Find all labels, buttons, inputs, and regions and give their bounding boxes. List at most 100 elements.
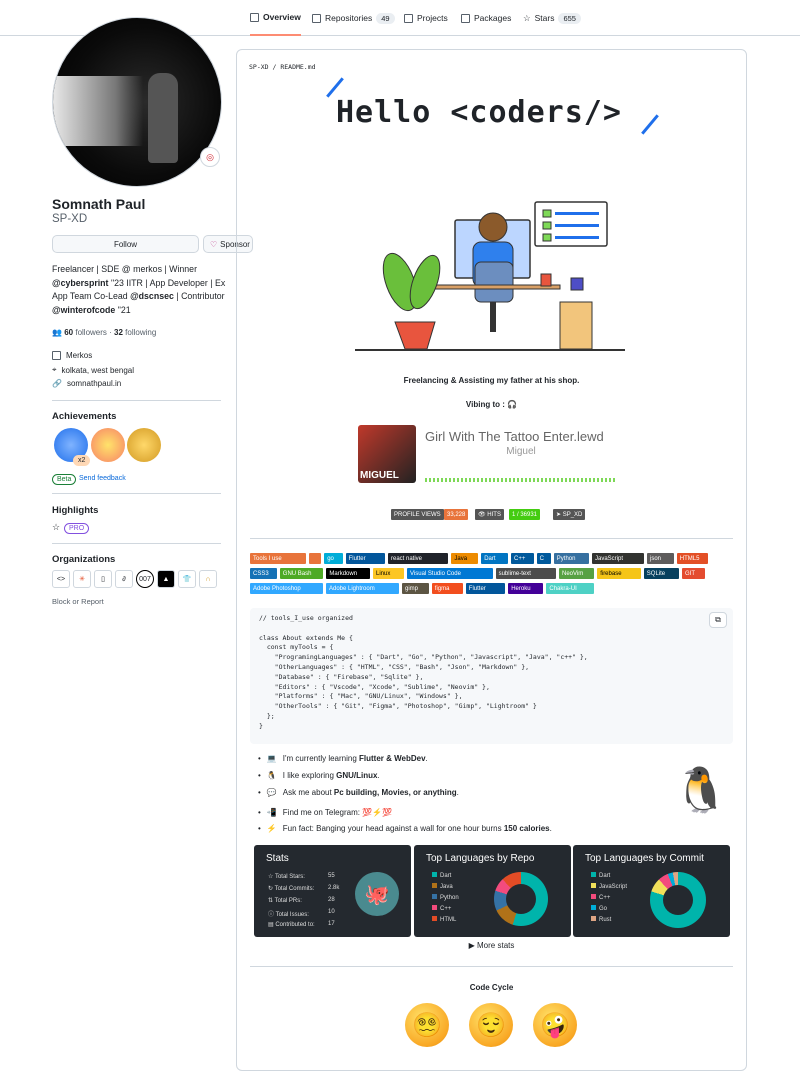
divider xyxy=(52,543,221,544)
coder-illustration xyxy=(355,201,625,351)
song-title[interactable]: Girl With The Tattoo Enter.lewd xyxy=(425,429,604,444)
book-icon xyxy=(250,12,259,22)
audio-wave xyxy=(425,478,617,482)
tool-badge: SQLite xyxy=(643,568,679,579)
repo-langs-card[interactable]: Top Languages by Repo Dart Java Python C++ H… xyxy=(414,845,571,937)
divider xyxy=(250,538,733,539)
list-item: • ⚡ Fun fact: Banging your head against a… xyxy=(258,824,552,833)
org-avatar[interactable]: ▯ xyxy=(94,570,112,588)
legend-item: Go xyxy=(591,905,607,912)
tool-badge: NeoVim xyxy=(559,568,595,579)
legend-swatch xyxy=(432,916,437,921)
code-cycle-title: Code Cycle xyxy=(469,983,514,992)
org-avatar[interactable]: ∩ xyxy=(199,570,217,588)
tool-badge: CSS3 xyxy=(250,568,277,579)
tool-badge: Tools I use xyxy=(250,553,307,564)
legend-item: C++ xyxy=(591,894,610,901)
telegram-icon: 📲 xyxy=(266,808,277,817)
tab-stars[interactable]: ☆ Stars 655 xyxy=(523,0,581,36)
tab-repositories[interactable]: Repositories 49 xyxy=(312,0,395,36)
dizzy-face-icon: 😵‍💫 xyxy=(405,1003,449,1047)
list-item: • 📲 Find me on Telegram: 💯⚡💯 xyxy=(258,808,393,817)
list-item: • 💻 I'm currently learning Flutter & WebD… xyxy=(258,754,428,763)
heart-icon: ♡ xyxy=(210,239,218,249)
org-avatar[interactable]: <> xyxy=(52,570,70,588)
tab-overview[interactable]: Overview xyxy=(250,0,301,36)
org-avatar[interactable]: ✳ xyxy=(73,570,91,588)
block-report-link[interactable]: Block or Report xyxy=(52,597,104,606)
tool-badge: Flutter xyxy=(465,583,506,594)
org-avatar[interactable]: 007 xyxy=(136,570,154,588)
beta-label: Beta xyxy=(52,474,77,485)
telegram-icon: ➤ xyxy=(556,512,562,518)
org-link[interactable]: @cybersprint xyxy=(52,278,109,288)
building-icon xyxy=(52,351,61,360)
follow-button[interactable]: Follow xyxy=(52,235,199,253)
achievements-title: Achievements xyxy=(52,411,117,422)
profile-views-badge: PROFILE VIEWS xyxy=(391,509,444,520)
vibing-label: Vibing to : 🎧 xyxy=(465,400,518,409)
location-icon: ⌖ xyxy=(52,365,57,374)
tool-badge: Heroku xyxy=(508,583,544,594)
tool-badge: react native xyxy=(388,553,449,564)
followers-link[interactable]: 60 xyxy=(64,328,73,337)
tool-badge: C++ xyxy=(511,553,534,564)
more-stats-toggle[interactable]: ▶ More stats xyxy=(236,941,747,950)
tool-badge: Chakra-UI xyxy=(546,583,595,594)
achievement-badge[interactable] xyxy=(127,428,161,462)
profile-website[interactable]: 🔗 somnathpaul.in xyxy=(52,379,121,388)
organizations-title: Organizations xyxy=(52,554,116,565)
telegram-link[interactable]: 💯⚡💯 xyxy=(362,808,392,817)
org-link[interactable]: @winterofcode xyxy=(52,305,115,315)
tool-badge: Visual Studio Code xyxy=(407,568,493,579)
tool-badge: GNU Bash xyxy=(279,568,324,579)
chat-icon: 💬 xyxy=(266,788,277,797)
commit-langs-card[interactable]: Top Languages by Commit Dart JavaScript C+… xyxy=(573,845,730,937)
status-emoji-icon[interactable]: ◎ xyxy=(200,147,220,167)
tool-badge: Adobe Lightroom xyxy=(326,583,399,594)
copy-button[interactable]: ⧉ xyxy=(709,612,727,628)
tool-badge: gimp xyxy=(402,583,429,594)
tab-packages[interactable]: Packages xyxy=(461,0,511,36)
github-logo-icon: 🐙 xyxy=(355,872,399,916)
song-artist: Miguel xyxy=(506,446,536,457)
org-avatar[interactable]: ∂ xyxy=(115,570,133,588)
tool-badge: Linux xyxy=(373,568,404,579)
tab-projects[interactable]: Projects xyxy=(404,0,448,36)
avatar[interactable] xyxy=(52,17,222,187)
org-link[interactable]: @dscnsec xyxy=(130,291,174,301)
tool-badge: sublime-text xyxy=(495,568,556,579)
hits-count: 1 / 36931 xyxy=(509,509,541,520)
send-feedback-link[interactable]: Send feedback xyxy=(79,475,126,482)
legend-swatch xyxy=(591,905,596,910)
sp-xd-badge[interactable]: ➤ SP_XD xyxy=(553,509,586,520)
stat-row: ↻ Total Commits: xyxy=(268,886,315,892)
org-avatar[interactable]: 👕 xyxy=(178,570,196,588)
tool-badge: figma xyxy=(431,583,463,594)
achievement-badge[interactable] xyxy=(91,428,125,462)
divider xyxy=(52,493,221,494)
pc-icon: 💻 xyxy=(266,754,277,763)
repo-icon xyxy=(312,13,321,23)
list-item: • 💬 Ask me about Pc building, Movies, or … xyxy=(258,788,459,797)
star-icon: ☆ xyxy=(523,12,531,23)
highlights-title: Highlights xyxy=(52,505,99,516)
org-avatar[interactable]: ▲ xyxy=(157,570,175,588)
profile-company: Merkos xyxy=(52,351,92,360)
repo-langs-donut xyxy=(494,872,548,926)
tools-code-block: // tools_I_use organized class About ext… xyxy=(250,608,733,744)
profile-login: SP-XD xyxy=(52,213,88,225)
link-icon: 🔗 xyxy=(52,379,62,388)
penguin-illustration: 🐧 xyxy=(673,766,729,815)
album-cover[interactable]: MIGUEL xyxy=(358,425,416,483)
profile-bio: Freelancer | SDE @ merkos | Winner @cybe… xyxy=(52,264,226,315)
tool-badge: HTML5 xyxy=(676,553,708,564)
profile-name: Somnath Paul xyxy=(52,196,146,212)
copy-icon: ⧉ xyxy=(715,615,721,624)
following-link[interactable]: 32 xyxy=(114,328,123,337)
stats-card[interactable]: Stats ☆ Total Stars: 55 ↻ Total Commits: 2… xyxy=(254,845,411,937)
tool-badge: Markdown xyxy=(326,568,370,579)
hits-badge: 👁 HITS xyxy=(475,509,504,520)
stat-row: ⓘ Total Issues: xyxy=(268,912,309,918)
tool-badge: firebase xyxy=(597,568,641,579)
